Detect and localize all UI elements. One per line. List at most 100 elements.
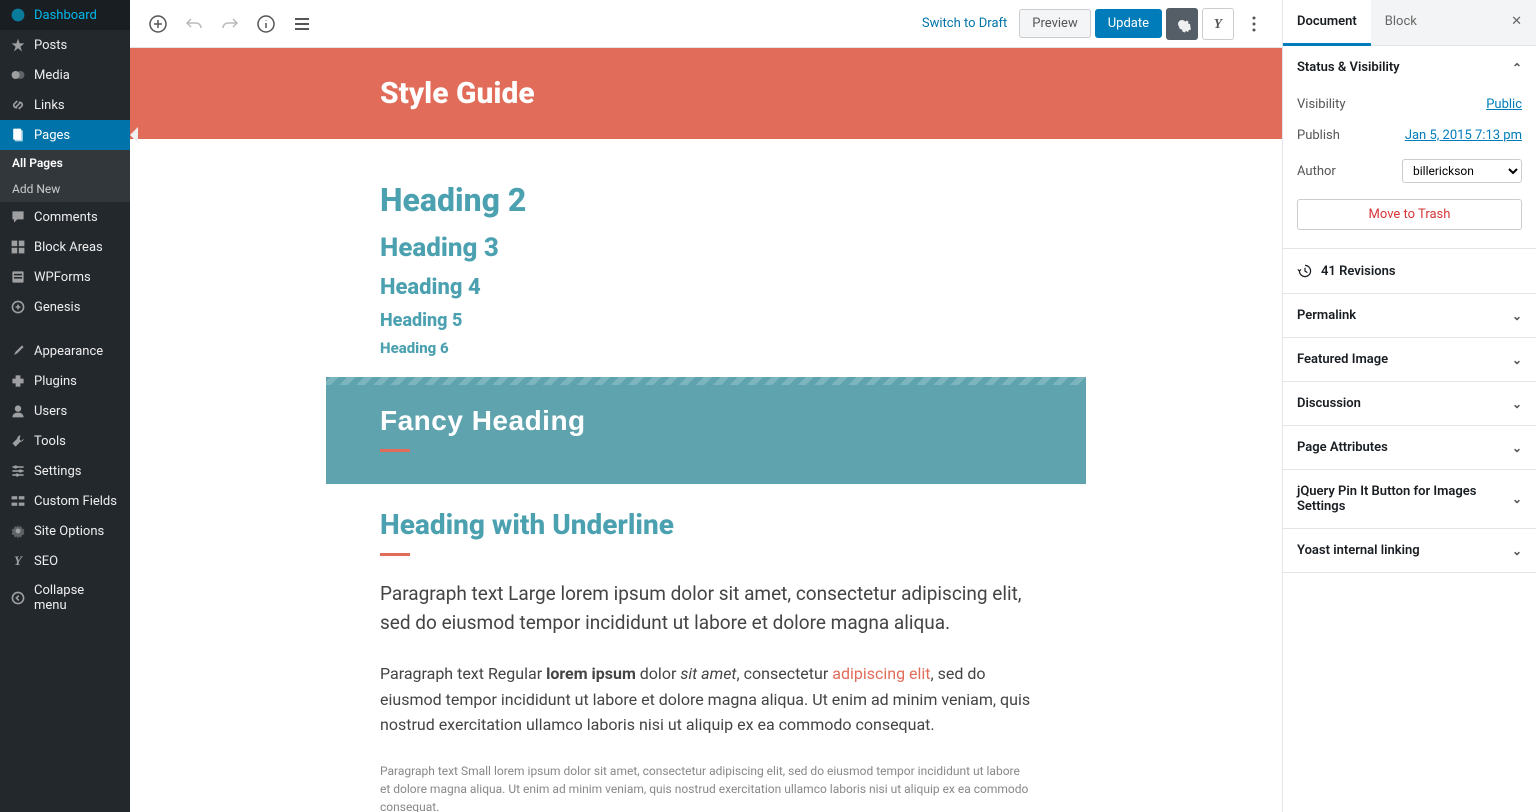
editor-main: Switch to Draft Preview Update Y Style G… — [130, 0, 1282, 812]
page-title-banner: Style Guide — [130, 48, 1282, 139]
yoast-linking-toggle[interactable]: Yoast internal linking⌄ — [1283, 529, 1536, 572]
panel-title: Permalink — [1297, 308, 1356, 323]
preview-button[interactable]: Preview — [1019, 9, 1090, 38]
sidebar-item-settings[interactable]: Settings — [0, 456, 130, 486]
publish-label: Publish — [1297, 128, 1340, 143]
sidebar-item-seo[interactable]: YSEO — [0, 546, 130, 576]
page-title[interactable]: Style Guide — [380, 76, 1032, 111]
author-select[interactable]: billerickson — [1402, 159, 1522, 183]
chevron-down-icon: ⌄ — [1512, 441, 1522, 455]
chevron-down-icon: ⌄ — [1512, 309, 1522, 323]
sidebar-item-collapse[interactable]: Collapse menu — [0, 576, 130, 620]
inline-link[interactable]: adipiscing elit — [832, 664, 930, 683]
sidebar-item-label: Site Options — [34, 524, 104, 539]
sidebar-item-posts[interactable]: Posts — [0, 30, 130, 60]
sidebar-item-tools[interactable]: Tools — [0, 426, 130, 456]
close-settings-button[interactable]: ✕ — [1497, 0, 1536, 45]
sidebar-item-label: Block Areas — [34, 240, 103, 255]
outline-button[interactable] — [286, 8, 318, 40]
chevron-down-icon: ⌄ — [1512, 544, 1522, 558]
revisions-row[interactable]: 41 Revisions — [1283, 249, 1536, 294]
underline-heading-block[interactable]: Heading with Underline — [380, 508, 1032, 541]
form-icon — [10, 269, 26, 285]
grid-icon — [10, 239, 26, 255]
paragraph-regular-block[interactable]: Paragraph text Regular lorem ipsum dolor… — [380, 661, 1032, 738]
text: Paragraph text Regular — [380, 664, 546, 683]
sidebar-item-users[interactable]: Users — [0, 396, 130, 426]
info-button[interactable] — [250, 8, 282, 40]
sidebar-item-label: Tools — [34, 434, 66, 449]
panel-title: Discussion — [1297, 396, 1361, 411]
sidebar-item-media[interactable]: Media — [0, 60, 130, 90]
fancy-underline — [380, 449, 410, 452]
add-block-button[interactable] — [142, 8, 174, 40]
sidebar-item-custom-fields[interactable]: Custom Fields — [0, 486, 130, 516]
discussion-toggle[interactable]: Discussion⌄ — [1283, 382, 1536, 425]
jquery-pin-toggle[interactable]: jQuery Pin It Button for Images Settings… — [1283, 470, 1536, 528]
publish-value[interactable]: Jan 5, 2015 7:13 pm — [1405, 128, 1522, 143]
chevron-down-icon: ⌄ — [1512, 353, 1522, 367]
heading-6-block[interactable]: Heading 6 — [380, 339, 1032, 357]
switch-to-draft-link[interactable]: Switch to Draft — [914, 16, 1015, 31]
sidebar-item-plugins[interactable]: Plugins — [0, 366, 130, 396]
sidebar-item-genesis[interactable]: Genesis — [0, 292, 130, 322]
sidebar-item-label: Custom Fields — [34, 494, 117, 509]
update-button[interactable]: Update — [1095, 9, 1162, 38]
sidebar-item-label: Collapse menu — [34, 583, 120, 613]
undo-button[interactable] — [178, 8, 210, 40]
user-icon — [10, 403, 26, 419]
sidebar-item-label: Appearance — [34, 344, 103, 359]
sidebar-item-appearance[interactable]: Appearance — [0, 336, 130, 366]
sidebar-item-wpforms[interactable]: WPForms — [0, 262, 130, 292]
featured-image-toggle[interactable]: Featured Image⌄ — [1283, 338, 1536, 381]
sidebar-sub-all-pages[interactable]: All Pages — [0, 150, 130, 176]
paragraph-large-block[interactable]: Paragraph text Large lorem ipsum dolor s… — [380, 580, 1032, 637]
redo-button[interactable] — [214, 8, 246, 40]
chevron-up-icon: ⌃ — [1512, 61, 1522, 75]
settings-icon — [10, 463, 26, 479]
sidebar-item-label: WPForms — [34, 270, 91, 285]
seo-icon: Y — [10, 553, 26, 569]
gear-icon — [10, 523, 26, 539]
move-to-trash-button[interactable]: Move to Trash — [1297, 199, 1522, 230]
more-menu-button[interactable] — [1238, 8, 1270, 40]
sidebar-item-pages[interactable]: Pages — [0, 120, 130, 150]
yoast-button[interactable]: Y — [1202, 8, 1234, 40]
paragraph-small-block[interactable]: Paragraph text Small lorem ipsum dolor s… — [380, 762, 1032, 812]
revisions-text: 41 Revisions — [1321, 264, 1396, 279]
settings-sidebar: Document Block ✕ Status & Visibility⌃ Vi… — [1282, 0, 1536, 812]
heading-2-block[interactable]: Heading 2 — [380, 181, 1032, 219]
heading-3-block[interactable]: Heading 3 — [380, 233, 1032, 263]
genesis-icon — [10, 299, 26, 315]
sidebar-item-label: Links — [34, 98, 65, 113]
fancy-heading-block[interactable]: Fancy Heading — [326, 377, 1086, 484]
editor-canvas[interactable]: Style Guide Heading 2 Heading 3 Heading … — [130, 48, 1282, 812]
status-visibility-panel: Status & Visibility⌃ Visibility Public Pu… — [1283, 46, 1536, 249]
tab-block[interactable]: Block — [1371, 0, 1431, 45]
sidebar-sub-add-new[interactable]: Add New — [0, 176, 130, 202]
panel-title: Page Attributes — [1297, 440, 1388, 455]
status-visibility-toggle[interactable]: Status & Visibility⌃ — [1283, 46, 1536, 89]
sidebar-item-block-areas[interactable]: Block Areas — [0, 232, 130, 262]
permalink-toggle[interactable]: Permalink ⌄ — [1283, 294, 1536, 337]
visibility-value[interactable]: Public — [1486, 97, 1522, 112]
sidebar-item-site-options[interactable]: Site Options — [0, 516, 130, 546]
sidebar-item-label: Plugins — [34, 374, 77, 389]
sidebar-item-label: Dashboard — [34, 8, 97, 23]
sidebar-item-comments[interactable]: Comments — [0, 202, 130, 232]
page-attributes-toggle[interactable]: Page Attributes ⌄ — [1283, 426, 1536, 469]
settings-toggle-button[interactable] — [1166, 8, 1198, 40]
sidebar-item-links[interactable]: Links — [0, 90, 130, 120]
sidebar-item-label: Posts — [34, 38, 67, 53]
sidebar-item-label: Media — [34, 68, 70, 83]
fancy-heading-text: Fancy Heading — [380, 405, 1032, 437]
italic-text: sit amet — [680, 664, 736, 683]
sidebar-item-dashboard[interactable]: Dashboard — [0, 0, 130, 30]
plugin-icon — [10, 373, 26, 389]
tab-document[interactable]: Document — [1283, 0, 1371, 46]
heading-4-block[interactable]: Heading 4 — [380, 275, 1032, 300]
dashboard-icon — [10, 7, 26, 23]
visibility-label: Visibility — [1297, 97, 1346, 112]
heading-5-block[interactable]: Heading 5 — [380, 310, 1032, 331]
author-label: Author — [1297, 164, 1336, 179]
